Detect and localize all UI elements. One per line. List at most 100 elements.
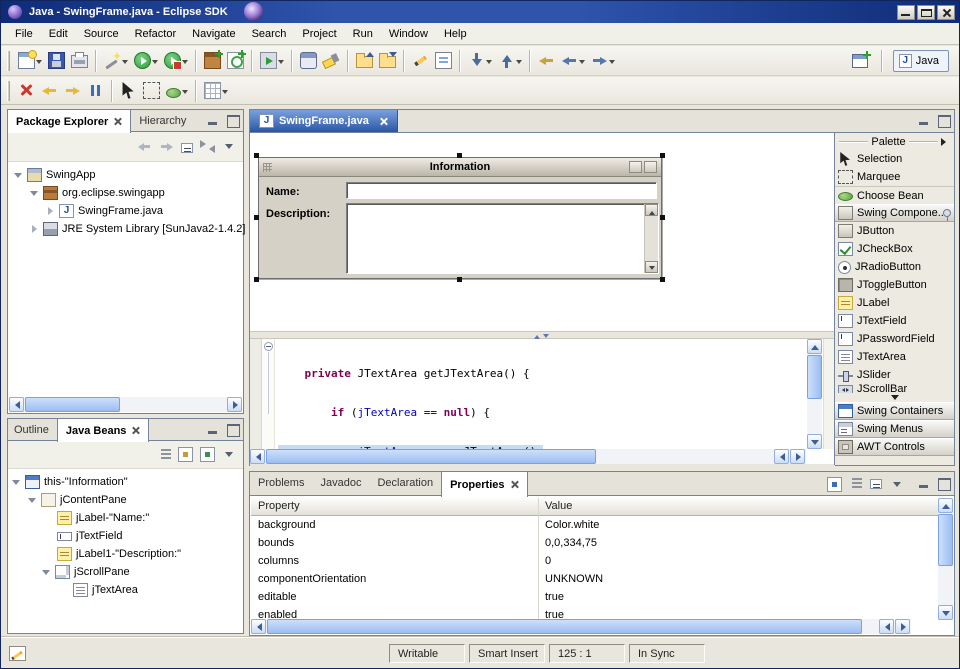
close-icon[interactable] xyxy=(380,117,388,126)
palette-tool-choose-bean[interactable]: Choose Bean xyxy=(835,186,954,204)
open-resource-button[interactable] xyxy=(376,49,399,73)
external-tools-button[interactable] xyxy=(257,49,287,73)
expanded-arrow-icon[interactable] xyxy=(27,493,39,507)
java-perspective-button[interactable]: J Java xyxy=(893,50,949,72)
menu-project[interactable]: Project xyxy=(294,26,344,42)
scrollbar-thumb[interactable] xyxy=(807,355,822,399)
palette-item-jcheckbox[interactable]: JCheckBox xyxy=(835,240,954,258)
scroll-down-button[interactable] xyxy=(807,434,822,449)
menu-window[interactable]: Window xyxy=(381,26,436,42)
scroll-right-button[interactable] xyxy=(895,619,910,634)
toolbar-grip[interactable] xyxy=(7,81,10,101)
forward-button[interactable] xyxy=(588,49,618,73)
scroll-left-button-2[interactable] xyxy=(879,619,894,634)
palette-expand-icon[interactable] xyxy=(941,138,950,146)
palette-item-jslider[interactable]: JSlider xyxy=(835,366,954,384)
menu-edit[interactable]: Edit xyxy=(41,26,76,42)
step-back-button[interactable] xyxy=(38,79,61,103)
editor-hscrollbar[interactable] xyxy=(250,449,806,464)
menu-navigate[interactable]: Navigate xyxy=(184,26,243,42)
selection-handle[interactable] xyxy=(660,153,665,158)
scrollbar-thumb[interactable] xyxy=(25,397,120,412)
close-button[interactable] xyxy=(937,5,955,20)
tab-hierarchy[interactable]: Hierarchy xyxy=(131,110,194,132)
package-explorer-hscrollbar[interactable] xyxy=(9,397,242,412)
selection-handle[interactable] xyxy=(660,277,665,282)
filter-fields-button[interactable] xyxy=(178,447,193,462)
scroll-left-button[interactable] xyxy=(9,397,24,412)
back-button[interactable] xyxy=(137,139,152,154)
palette-item-jscrollbar[interactable]: JScrollBar xyxy=(835,384,954,393)
view-minimize-button[interactable] xyxy=(206,114,221,127)
collapse-all-button[interactable] xyxy=(181,143,193,153)
open-perspective-button[interactable] xyxy=(849,49,871,73)
palette-item-jlabel[interactable]: JLabel xyxy=(835,294,954,312)
palette-item-jtextarea[interactable]: JTextArea xyxy=(835,348,954,366)
scrollbar-thumb[interactable] xyxy=(267,619,862,634)
palette-drawer-swing-components[interactable]: Swing Compone... xyxy=(835,204,954,222)
selection-handle[interactable] xyxy=(254,215,259,220)
filter-static-button[interactable] xyxy=(200,447,215,462)
folding-ruler[interactable] xyxy=(263,339,275,449)
palette-item-jbutton[interactable]: JButton xyxy=(835,222,954,240)
menu-search[interactable]: Search xyxy=(244,26,295,42)
designed-jtextarea[interactable] xyxy=(346,203,659,274)
sort-button[interactable] xyxy=(161,449,171,461)
table-row[interactable]: componentOrientationUNKNOWN xyxy=(251,570,938,588)
view-maximize-button[interactable] xyxy=(225,114,240,127)
terminate-button[interactable] xyxy=(15,79,38,103)
tab-javadoc[interactable]: Javadoc xyxy=(312,472,369,494)
selection-handle[interactable] xyxy=(457,153,462,158)
tree-item-package[interactable]: org.eclipse.swingapp xyxy=(9,184,242,202)
selection-handle[interactable] xyxy=(660,215,665,220)
link-with-editor-button[interactable] xyxy=(200,139,215,154)
run-history-button[interactable] xyxy=(161,49,191,73)
column-divider[interactable] xyxy=(538,498,539,620)
new-class-button[interactable] xyxy=(224,49,247,73)
search-button[interactable] xyxy=(320,49,343,73)
tree-item-jlabel1[interactable]: jLabel1-"Description:" xyxy=(9,545,242,563)
grid-properties-button[interactable] xyxy=(201,79,231,103)
source-code[interactable]: private JTextArea getJTextArea() { if (j… xyxy=(278,341,805,449)
tree-item-this-information[interactable]: this-"Information" xyxy=(9,473,242,491)
jframe-titlebar[interactable]: Information xyxy=(259,158,661,177)
palette-drawer-swing-containers[interactable]: Swing Containers xyxy=(835,402,954,420)
tree-mode-button[interactable] xyxy=(827,477,842,492)
open-type-button[interactable] xyxy=(353,49,376,73)
scroll-left-button[interactable] xyxy=(250,449,265,464)
view-menu-button[interactable] xyxy=(890,477,905,492)
tab-outline[interactable]: Outline xyxy=(8,419,57,441)
tab-properties[interactable]: Properties xyxy=(441,472,527,497)
palette-item-jradiobutton[interactable]: JRadioButton xyxy=(835,258,954,276)
designed-jlabel-name[interactable]: Name: xyxy=(266,186,300,198)
tree-item-swingapp[interactable]: SwingApp xyxy=(9,166,242,184)
toolbar-grip[interactable] xyxy=(7,51,10,71)
code-vscrollbar[interactable] xyxy=(807,339,822,449)
properties-vscrollbar[interactable] xyxy=(938,498,953,620)
palette-header[interactable]: Palette xyxy=(835,133,954,150)
properties-hscrollbar[interactable] xyxy=(251,619,911,634)
selection-handle[interactable] xyxy=(457,277,462,282)
run-button[interactable] xyxy=(131,49,161,73)
editor-minimize-button[interactable] xyxy=(917,114,932,127)
tab-java-beans[interactable]: Java Beans xyxy=(57,419,150,442)
menu-file[interactable]: File xyxy=(7,26,41,42)
tree-item-swingframe[interactable]: J SwingFrame.java xyxy=(9,202,242,220)
close-icon[interactable] xyxy=(511,480,519,489)
expanded-arrow-icon[interactable] xyxy=(13,168,25,182)
palette-item-jpasswordfield[interactable]: JPasswordField xyxy=(835,330,954,348)
expanded-arrow-icon[interactable] xyxy=(29,186,41,200)
print-button[interactable] xyxy=(68,49,91,73)
table-row[interactable]: bounds0,0,334,75 xyxy=(251,534,938,552)
view-menu-button[interactable] xyxy=(222,139,237,154)
palette-drawer-awt-controls[interactable]: AWT Controls xyxy=(835,438,954,456)
suspend-button[interactable] xyxy=(84,79,107,103)
table-row[interactable]: enabledtrue xyxy=(251,606,938,620)
tab-problems[interactable]: Problems xyxy=(250,472,312,494)
tab-package-explorer[interactable]: Package Explorer xyxy=(8,110,131,133)
tree-item-jtextfield[interactable]: jTextField xyxy=(9,527,242,545)
next-annotation-button[interactable] xyxy=(465,49,495,73)
jar-button[interactable] xyxy=(297,49,320,73)
minimize-button[interactable] xyxy=(897,5,915,20)
choose-bean-button[interactable] xyxy=(163,79,191,103)
